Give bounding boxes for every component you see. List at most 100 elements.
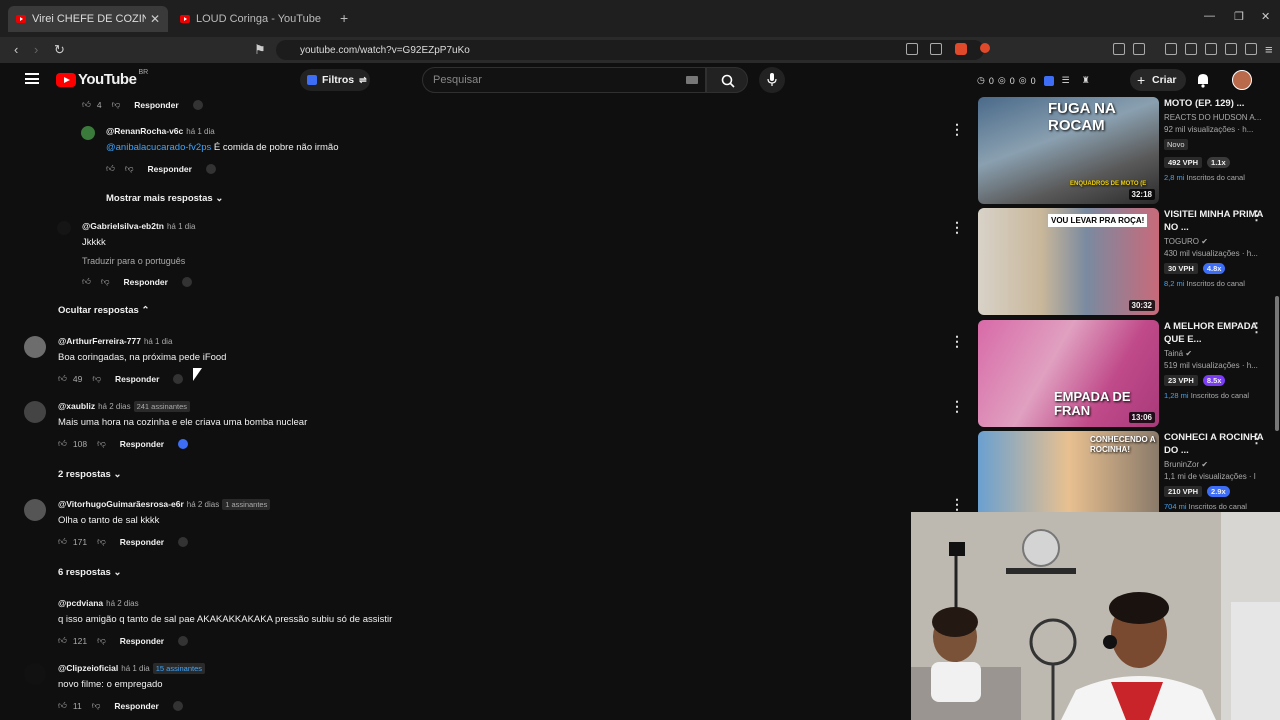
extension-icon[interactable] [178,635,189,646]
filtros-button[interactable]: Filtros ⇌ [300,69,370,91]
reply-button[interactable]: Responder [114,701,158,711]
reply-button[interactable]: Responder [120,439,164,449]
extension-icon[interactable] [172,700,183,711]
reply-button[interactable]: Responder [124,277,168,287]
dislike-icon[interactable]: 👎︎ [112,99,121,110]
recommended-video[interactable]: FUGA NA ROCAM ENQUADROS DE MOTO (E 32:18… [978,97,1274,205]
more-options-icon[interactable]: ⋮ [950,334,964,348]
hide-replies-button[interactable]: Ocultar respostas ⌃ [58,305,149,316]
extension-icon[interactable] [205,163,216,174]
url-field[interactable]: youtube.com/watch?v=G92EZpP7uKo [276,40,984,60]
video-info[interactable]: MOTO (EP. 129) ... REACTS DO HUDSON A...… [1164,97,1268,182]
search-input[interactable]: Pesquisar [422,67,706,93]
list-icon[interactable]: ☰ [1062,75,1070,86]
close-tab-icon[interactable]: ✕ [150,12,160,26]
comment-author[interactable]: @Gabrielsilva-eb2tn [82,221,164,231]
dislike-icon[interactable]: 👎︎ [92,700,101,711]
extension-icon[interactable] [1133,43,1145,55]
like-icon[interactable]: 👍︎ [58,700,67,711]
avatar[interactable] [24,663,46,685]
dislike-icon[interactable]: 👎︎ [97,438,106,449]
more-options-icon[interactable]: ⋮ [950,220,964,234]
channel-name[interactable]: BruninZor [1164,460,1199,469]
more-options-icon[interactable]: ⋮ [1250,209,1263,222]
search-button[interactable] [706,67,748,93]
comment-time[interactable]: há 2 dias [106,599,138,608]
more-options-icon[interactable]: ⋮ [950,399,964,413]
browser-tab[interactable]: LOUD Coringa - YouTube [172,6,332,32]
extension-icon[interactable] [173,373,184,384]
mention-link[interactable]: @anibalacucarado-fv2ps [106,142,211,153]
comment-time[interactable]: há 1 dia [144,337,172,346]
more-options-icon[interactable]: ⋮ [1250,432,1263,445]
filter-extension-icon[interactable] [1043,75,1054,86]
avatar[interactable] [24,401,46,423]
back-icon[interactable]: ‹ [14,42,18,57]
avatar[interactable] [57,221,71,235]
comment-author[interactable]: @RenanRocha-v6c [106,126,183,136]
bookmark-icon[interactable]: ⚑ [254,42,266,58]
rewards-icon[interactable] [980,43,990,53]
cast-icon[interactable] [906,43,918,55]
comment-time[interactable]: há 1 dia [167,222,195,231]
reply-button[interactable]: Responder [134,100,178,110]
extension-icon[interactable] [181,276,192,287]
video-thumbnail[interactable]: VOU LEVAR PRA ROÇA! 30:32 [978,208,1159,315]
like-icon[interactable]: 👍︎ [106,163,115,174]
reply-button[interactable]: Responder [120,636,164,646]
show-more-replies-button[interactable]: Mostrar mais respostas ⌄ [106,193,223,204]
dislike-icon[interactable]: 👎︎ [97,635,106,646]
like-icon[interactable]: 👍︎ [82,276,91,287]
youtube-logo[interactable]: YouTube BR [56,69,148,88]
video-thumbnail[interactable]: FUGA NA ROCAM ENQUADROS DE MOTO (E 32:18 [978,97,1159,204]
minimize-icon[interactable]: — [1204,10,1215,22]
video-thumbnail[interactable]: EMPADA DE FRAN 13:06 [978,320,1159,427]
browser-menu-icon[interactable]: ≡ [1265,42,1273,57]
more-options-icon[interactable]: ⋮ [950,122,964,136]
comment-author[interactable]: @VitorhugoGuimarãesrosa-e6r [58,499,184,509]
dislike-icon[interactable]: 👎︎ [97,536,106,547]
account-avatar[interactable] [1232,70,1252,90]
recommended-video[interactable]: VOU LEVAR PRA ROÇA! 30:32 VISITEI MINHA … [978,208,1274,316]
channel-name[interactable]: TOGURO [1164,237,1199,246]
new-tab-icon[interactable]: + [340,10,348,26]
view-replies-button[interactable]: 6 respostas ⌄ [58,567,121,578]
comment-author[interactable]: @Clipzeioficial [58,663,118,673]
extension-icon[interactable] [1113,43,1125,55]
avatar[interactable] [81,126,95,140]
comment-author[interactable]: @ArthurFerreira-777 [58,336,141,346]
translate-link[interactable]: Traduzir para o português [82,256,195,266]
comment-time[interactable]: há 2 dias [98,402,130,411]
channel-name[interactable]: REACTS DO HUDSON A... [1164,113,1268,122]
extension-icon[interactable] [192,99,203,110]
recommended-video[interactable]: CONHECENDO A ROCINHA! CONHECI A ROCINHA … [978,431,1274,512]
hamburger-menu-icon[interactable] [25,73,39,84]
extension-icon[interactable] [178,536,189,547]
avatar[interactable] [24,336,46,358]
create-button[interactable]: + Criar [1130,69,1186,91]
comment-time[interactable]: há 2 dias [187,500,219,509]
reply-button[interactable]: Responder [115,374,159,384]
share-icon[interactable] [930,43,942,55]
ai-icon[interactable] [1225,43,1237,55]
notifications-bell-icon[interactable] [1196,72,1210,88]
trophy-icon[interactable]: ♜ [1082,75,1090,86]
view-replies-button[interactable]: 2 respostas ⌄ [58,469,121,480]
keyboard-icon[interactable] [686,76,698,84]
avatar[interactable] [24,499,46,521]
reply-button[interactable]: Responder [120,537,164,547]
comment-author[interactable]: @xaubliz [58,401,95,411]
vpn-icon[interactable] [1245,43,1257,55]
recommended-video[interactable]: EMPADA DE FRAN 13:06 A MELHOR EMPADA QUE… [978,320,1274,428]
like-icon[interactable]: 👍︎ [58,635,67,646]
scrollbar-thumb[interactable] [1275,296,1279,431]
brave-shield-icon[interactable] [955,43,967,55]
dislike-icon[interactable]: 👎︎ [125,163,134,174]
dislike-icon[interactable]: 👎︎ [101,276,110,287]
reply-button[interactable]: Responder [148,164,192,174]
sidebar-icon[interactable] [1185,43,1197,55]
like-icon[interactable]: 👍︎ [58,536,67,547]
video-title[interactable]: MOTO (EP. 129) ... [1164,97,1268,110]
more-options-icon[interactable]: ⋮ [1250,321,1263,334]
dislike-icon[interactable]: 👎︎ [92,373,101,384]
